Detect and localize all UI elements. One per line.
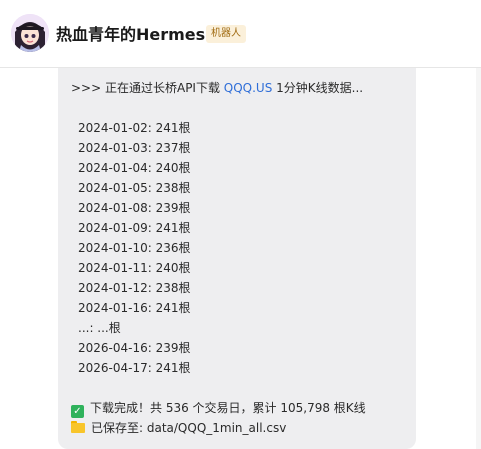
folder-icon: [71, 421, 85, 433]
avatar-girl-icon: [11, 14, 49, 52]
intro-suffix: 1分钟K线数据...: [272, 81, 364, 95]
list-item: 2024-01-16: 241根: [78, 301, 191, 315]
check-mark-icon: ✓: [71, 405, 84, 418]
list-item: 2026-04-16: 239根: [78, 341, 191, 355]
list-item: 2024-01-11: 240根: [78, 261, 191, 275]
list-item: 2024-01-04: 240根: [78, 161, 191, 175]
intro-prefix: >>> 正在通过长桥API下载: [71, 81, 224, 95]
avatar[interactable]: [11, 14, 49, 52]
complete-text: 下载完成！共 536 个交易日，累计 105,798 根K线: [90, 401, 366, 415]
list-item: 2024-01-03: 237根: [78, 141, 191, 155]
list-item: ...: ...根: [78, 321, 121, 335]
list-item: 2024-01-09: 241根: [78, 221, 191, 235]
symbol-link[interactable]: QQQ.US: [224, 81, 273, 95]
chat-title: 热血青年的Hermes: [56, 25, 206, 44]
list-item: 2024-01-05: 238根: [78, 181, 191, 195]
complete-line: ✓ 下载完成！共 536 个交易日，累计 105,798 根K线: [71, 398, 366, 418]
message-bubble: >>> 正在通过长桥API下载 QQQ.US 1分钟K线数据... 2024-0…: [58, 68, 416, 449]
saved-line: 已保存至: data/QQQ_1min_all.csv: [71, 418, 286, 438]
bot-badge: 机器人: [206, 25, 246, 43]
chat-header: 热血青年的Hermes 机器人: [0, 0, 481, 68]
list-item: 2026-04-17: 241根: [78, 361, 191, 375]
list-item: 2024-01-12: 238根: [78, 281, 191, 295]
list-item: 2024-01-08: 239根: [78, 201, 191, 215]
saved-text: 已保存至: data/QQQ_1min_all.csv: [91, 421, 287, 435]
list-item: 2024-01-10: 236根: [78, 241, 191, 255]
list-item: 2024-01-02: 241根: [78, 121, 191, 135]
download-intro-line: >>> 正在通过长桥API下载 QQQ.US 1分钟K线数据...: [71, 78, 363, 98]
scrollbar[interactable]: [476, 68, 481, 449]
